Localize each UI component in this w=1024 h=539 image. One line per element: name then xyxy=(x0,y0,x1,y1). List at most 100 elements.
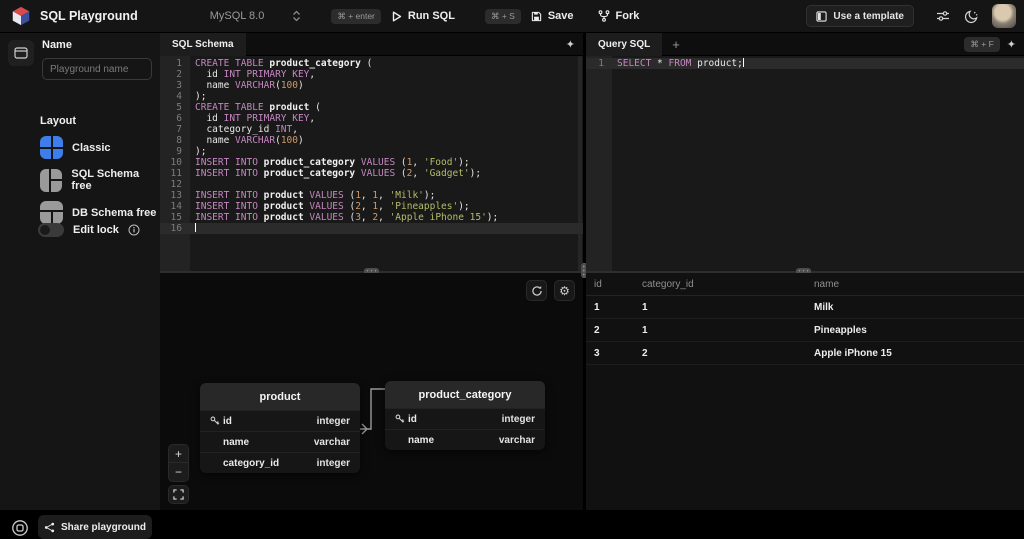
results-cell: 3 xyxy=(594,347,600,359)
info-icon[interactable] xyxy=(128,224,140,236)
sliders-icon xyxy=(937,11,949,21)
save-label: Save xyxy=(547,10,574,22)
code-line[interactable]: 1 CREATE TABLE product_category ( xyxy=(160,58,583,69)
save-shortcut-badge: ⌘ + S xyxy=(484,8,521,24)
save-button[interactable]: Save xyxy=(531,10,574,22)
code-line[interactable]: 5 CREATE TABLE product ( xyxy=(160,102,583,113)
fork-label: Fork xyxy=(615,10,640,22)
code-text: id INT PRIMARY KEY, xyxy=(195,69,316,80)
code-line[interactable]: 13 INSERT INTO product VALUES (1, 1, 'Mil… xyxy=(160,190,583,201)
top-bar: SQL Playground MySQL 8.0 ⌘ + enter Run S… xyxy=(0,0,1024,33)
text-cursor xyxy=(742,58,744,67)
code-line[interactable]: 9); xyxy=(160,146,583,157)
table-column-row: name varchar xyxy=(200,431,360,452)
results-cell: 1 xyxy=(642,324,648,336)
code-line[interactable]: 1 SELECT * FROM product; xyxy=(586,58,1024,69)
code-text: id INT PRIMARY KEY, xyxy=(195,113,316,124)
code-line[interactable]: 15 INSERT INTO product VALUES (3, 2, 'App… xyxy=(160,212,583,223)
key-icon xyxy=(395,414,408,424)
sidebar: Name Layout Classic SQL Schema free DB Sch… xyxy=(0,33,160,539)
tab-query-sql[interactable]: Query SQL xyxy=(586,32,663,56)
code-line[interactable]: 12 xyxy=(160,179,583,190)
column-type: integer xyxy=(316,457,350,469)
code-line[interactable]: 8 name VARCHAR(100) xyxy=(160,135,583,146)
format-shortcut-badge: ⌘ + F xyxy=(964,36,1000,52)
results-cell: Milk xyxy=(814,301,834,313)
table-card-title: product_category xyxy=(385,381,545,408)
code-text: SELECT * FROM product; xyxy=(617,58,744,69)
er-diagram-canvas[interactable]: product id integer name varchar category_id in… xyxy=(160,273,583,510)
query-sql-editor[interactable]: 1 SELECT * FROM product; xyxy=(586,56,1024,271)
results-cell: 1 xyxy=(642,301,648,313)
results-column-header: category_id xyxy=(642,278,694,290)
help-button[interactable] xyxy=(11,519,29,537)
layout-option-sql-schema-free[interactable]: SQL Schema free xyxy=(40,168,160,192)
add-query-tab-button[interactable]: + xyxy=(662,37,690,52)
fork-button[interactable]: Fork xyxy=(598,10,640,22)
fit-view-button[interactable] xyxy=(168,485,189,504)
line-number: 12 xyxy=(170,179,182,190)
column-name: id xyxy=(408,413,417,425)
table-row[interactable]: 3 2 Apple iPhone 15 xyxy=(586,342,1024,365)
code-line[interactable]: 4); xyxy=(160,91,583,102)
use-template-button[interactable]: Use a template xyxy=(806,5,914,27)
query-tabbar: Query SQL + ⌘ + F ✦ xyxy=(586,32,1024,56)
format-sql-icon[interactable]: ✦ xyxy=(566,38,575,51)
column-type: integer xyxy=(501,413,535,425)
diagram-refresh-button[interactable] xyxy=(526,280,547,301)
edit-lock-toggle[interactable] xyxy=(38,223,64,237)
line-number: 1 xyxy=(176,58,182,69)
edit-lock-label: Edit lock xyxy=(73,224,119,236)
line-number: 15 xyxy=(170,212,182,223)
theme-toggle-button[interactable] xyxy=(960,5,982,27)
user-avatar[interactable] xyxy=(992,4,1016,28)
run-sql-button[interactable]: Run SQL xyxy=(392,10,455,22)
line-number: 1 xyxy=(598,58,604,69)
key-icon xyxy=(210,416,223,426)
layout-option-classic[interactable]: Classic xyxy=(40,136,160,159)
share-icon xyxy=(44,522,55,532)
engine-select[interactable]: MySQL 8.0 xyxy=(210,10,302,22)
line-number: 3 xyxy=(176,80,182,91)
code-line[interactable]: 16 xyxy=(160,223,583,234)
diagram-table-product[interactable]: product id integer name varchar category_id in… xyxy=(200,383,360,473)
diagram-settings-button[interactable]: ⚙ xyxy=(554,280,575,301)
tab-sql-schema[interactable]: SQL Schema xyxy=(160,32,246,56)
text-cursor xyxy=(195,223,196,232)
zoom-in-button[interactable]: + xyxy=(168,444,189,463)
table-row[interactable]: 1 1 Milk xyxy=(586,296,1024,319)
line-number: 11 xyxy=(170,168,182,179)
query-panel: Query SQL + ⌘ + F ✦ 1 SELECT * FROM produ… xyxy=(586,32,1024,510)
code-line[interactable]: 10 INSERT INTO product_category VALUES (1… xyxy=(160,157,583,168)
code-line[interactable]: 6 id INT PRIMARY KEY, xyxy=(160,113,583,124)
sidebar-toggle-button[interactable] xyxy=(8,40,34,66)
line-number: 8 xyxy=(176,135,182,146)
playground-name-input[interactable] xyxy=(42,58,152,80)
sql-schema-editor[interactable]: 1 CREATE TABLE product_category (2 id INT… xyxy=(160,56,583,271)
code-line[interactable]: 2 id INT PRIMARY KEY, xyxy=(160,69,583,80)
results-cell: 2 xyxy=(642,347,648,359)
code-text: INSERT INTO product_category VALUES (2, … xyxy=(195,168,482,179)
table-row[interactable]: 2 1 Pineapples xyxy=(586,319,1024,342)
code-line[interactable]: 11 INSERT INTO product_category VALUES (2… xyxy=(160,168,583,179)
diagram-table-product_category[interactable]: product_category id integer name varchar xyxy=(385,381,545,450)
layout-option-label: DB Schema free xyxy=(72,206,157,219)
table-column-row: category_id integer xyxy=(200,452,360,473)
preferences-button[interactable] xyxy=(932,5,954,27)
format-sql-icon[interactable]: ✦ xyxy=(1007,38,1016,51)
code-line[interactable]: 7 category_id INT, xyxy=(160,124,583,135)
engine-label: MySQL 8.0 xyxy=(209,10,265,22)
code-text: name VARCHAR(100) xyxy=(195,80,304,91)
code-text: ); xyxy=(195,146,207,157)
column-name: category_id xyxy=(223,457,280,469)
share-playground-button[interactable]: Share playground xyxy=(38,515,152,539)
zoom-out-button[interactable]: − xyxy=(168,463,189,482)
layout-thumbnail-icon xyxy=(40,201,63,224)
gear-icon: ⚙ xyxy=(559,283,570,298)
save-icon xyxy=(531,11,541,21)
code-line[interactable]: 3 name VARCHAR(100) xyxy=(160,80,583,91)
schema-tabbar: SQL Schema ✦ xyxy=(160,32,583,56)
code-line[interactable]: 14 INSERT INTO product VALUES (2, 1, 'Pin… xyxy=(160,201,583,212)
layout-option-db-schema-free[interactable]: DB Schema free xyxy=(40,201,160,224)
